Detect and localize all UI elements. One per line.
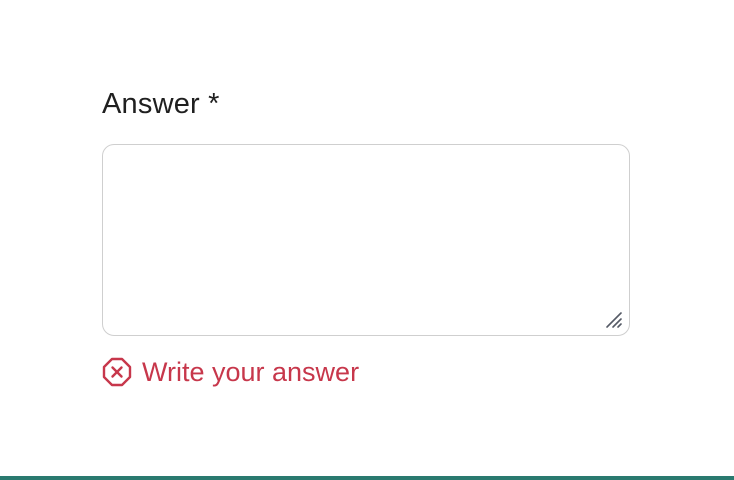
- bottom-bar: [0, 476, 734, 480]
- answer-textarea-container: [102, 144, 630, 336]
- resize-handle-icon[interactable]: [605, 311, 623, 329]
- answer-field: Answer * Write your answer: [102, 84, 630, 387]
- error-message: Write your answer: [102, 356, 359, 388]
- page: Answer * Write your answer: [0, 0, 734, 480]
- error-text: Write your answer: [142, 357, 360, 387]
- answer-textarea[interactable]: [103, 145, 629, 335]
- answer-label: Answer *: [102, 88, 220, 120]
- error-circle-x-icon: [102, 357, 132, 387]
